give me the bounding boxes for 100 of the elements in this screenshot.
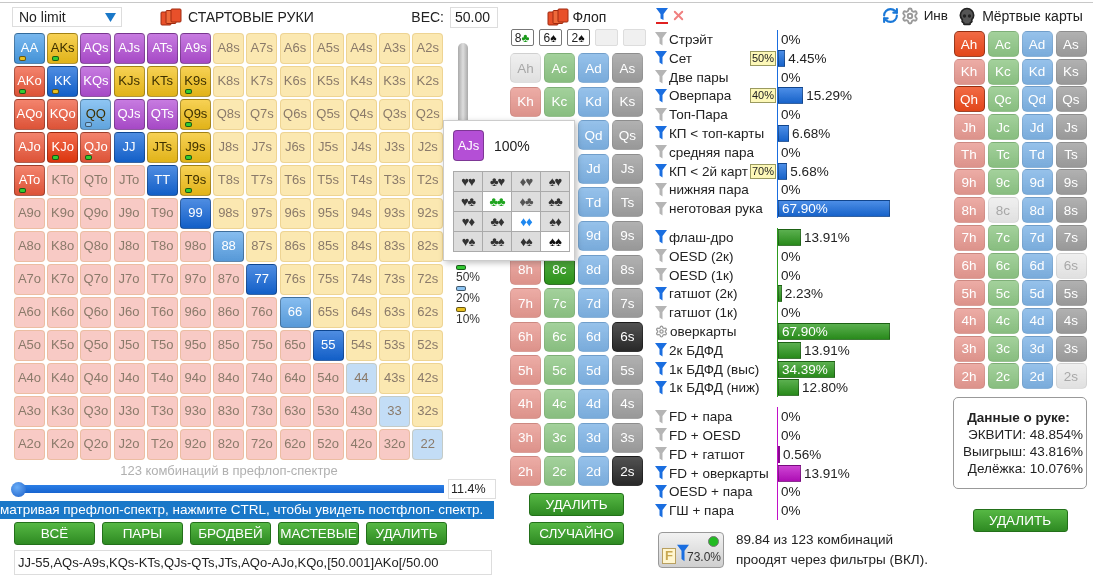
hand-cell[interactable]: 95s — [312, 198, 344, 229]
card-tile[interactable]: 7c — [987, 224, 1019, 251]
hand-cell[interactable]: 92o — [179, 429, 211, 460]
combo-cell[interactable]: ♣♦ — [483, 212, 511, 231]
hand-cell[interactable]: K3s — [379, 66, 411, 97]
hand-cell[interactable]: 99 — [179, 198, 211, 229]
combo-cell[interactable]: ♦♥ — [512, 172, 540, 191]
hand-cell[interactable]: 96s — [279, 198, 311, 229]
hand-cell[interactable]: 42o — [345, 429, 377, 460]
hand-cell[interactable]: Q6o — [80, 297, 112, 328]
hand-cell[interactable]: Q7s — [246, 99, 278, 130]
card-tile[interactable]: 2d — [578, 456, 609, 487]
filter-icon[interactable] — [655, 428, 667, 443]
hand-cell[interactable]: 88 — [213, 231, 245, 262]
hand-cell[interactable]: K7o — [47, 264, 79, 295]
card-tile[interactable]: Ks — [612, 86, 643, 117]
hand-cell[interactable]: K2o — [47, 429, 79, 460]
hand-cell[interactable]: AKo — [14, 66, 45, 97]
card-tile[interactable]: 4d — [578, 388, 609, 419]
hand-cell[interactable]: 53s — [379, 330, 411, 361]
board-card[interactable]: 6♠ — [538, 29, 562, 46]
range-button[interactable]: УДАЛИТЬ — [366, 522, 447, 545]
hand-cell[interactable]: Q9s — [179, 99, 211, 130]
hand-cell[interactable]: Q3s — [379, 99, 411, 130]
hand-cell[interactable]: T6s — [279, 165, 311, 196]
card-tile[interactable]: 3c — [544, 422, 575, 453]
settings-icon[interactable] — [900, 6, 919, 25]
flop-button[interactable]: УДАЛИТЬ — [529, 493, 624, 517]
hand-cell[interactable]: 22 — [412, 429, 444, 460]
hand-cell[interactable]: 44 — [345, 363, 377, 394]
hand-cell[interactable]: 65o — [279, 330, 311, 361]
card-tile[interactable]: 2h — [953, 363, 985, 390]
card-tile[interactable]: 6h — [510, 321, 541, 352]
hand-cell[interactable]: A5o — [14, 330, 45, 361]
hand-cell[interactable]: ATo — [14, 165, 45, 196]
filter-icon[interactable] — [655, 164, 667, 179]
combo-cell[interactable]: ♠♥ — [541, 172, 569, 191]
hand-cell[interactable]: 43s — [379, 363, 411, 394]
hand-cell[interactable]: A9o — [14, 198, 45, 229]
combo-cell[interactable]: ♥♥ — [454, 172, 482, 191]
combo-cell[interactable]: ♦♦ — [512, 212, 540, 231]
hand-cell[interactable]: 74s — [345, 264, 377, 295]
hand-cell[interactable]: K6o — [47, 297, 79, 328]
hand-cell[interactable]: AA — [14, 33, 45, 64]
hand-cell[interactable]: J5o — [113, 330, 145, 361]
hand-cell[interactable]: 83s — [379, 231, 411, 262]
hand-cell[interactable]: K7s — [246, 66, 278, 97]
combo-cell[interactable]: ♠♦ — [541, 212, 569, 231]
hand-cell[interactable]: T9s — [179, 165, 211, 196]
hand-cell[interactable]: 65s — [312, 297, 344, 328]
card-tile[interactable]: Td — [1021, 141, 1053, 168]
hand-cell[interactable]: QQ — [80, 99, 112, 130]
combo-cell[interactable]: ♣♠ — [483, 232, 511, 251]
card-tile[interactable]: Ac — [987, 31, 1019, 57]
board-card[interactable]: 2♠ — [566, 29, 590, 46]
card-tile[interactable]: 4d — [1021, 307, 1053, 334]
hand-cell[interactable]: Q3o — [80, 396, 112, 427]
hand-cell[interactable]: AQo — [14, 99, 45, 130]
card-tile[interactable]: Qc — [987, 86, 1019, 113]
card-tile[interactable]: 5s — [612, 355, 643, 386]
hand-cell[interactable]: 52o — [312, 429, 344, 460]
hand-cell[interactable]: 75o — [246, 330, 278, 361]
card-tile[interactable]: Qh — [953, 86, 985, 113]
hand-cell[interactable]: Q5s — [312, 99, 344, 130]
hand-cell[interactable]: A7s — [246, 33, 278, 64]
card-tile[interactable]: 6d — [578, 321, 609, 352]
card-tile[interactable]: 7c — [544, 288, 575, 319]
card-tile[interactable]: Ts — [1055, 141, 1087, 168]
combo-cell[interactable]: ♠♠ — [541, 232, 569, 251]
hand-cell[interactable]: J2o — [113, 429, 145, 460]
hand-cell[interactable]: Q6s — [279, 99, 311, 130]
hand-cell[interactable]: 83o — [213, 396, 245, 427]
hand-cell[interactable]: 92s — [412, 198, 444, 229]
refresh-icon[interactable] — [881, 7, 899, 25]
card-tile[interactable]: 8s — [612, 254, 643, 285]
hand-cell[interactable]: T9o — [146, 198, 178, 229]
hand-cell[interactable]: 62s — [412, 297, 444, 328]
card-tile[interactable]: 5c — [544, 355, 575, 386]
card-tile[interactable]: 3h — [510, 422, 541, 453]
filter-icon[interactable] — [655, 201, 667, 216]
hand-cell[interactable]: 72o — [246, 429, 278, 460]
hand-cell[interactable]: 93s — [379, 198, 411, 229]
hand-cell[interactable]: J3o — [113, 396, 145, 427]
hand-cell[interactable]: AJo — [14, 132, 45, 163]
card-tile[interactable]: 5h — [953, 280, 985, 307]
hand-cell[interactable]: 55 — [312, 330, 344, 361]
hand-cell[interactable]: 54o — [312, 363, 344, 394]
card-tile[interactable]: Jh — [953, 114, 985, 141]
hand-cell[interactable]: Q5o — [80, 330, 112, 361]
range-button[interactable]: МАСТЕВЫЕ — [278, 522, 359, 545]
hand-cell[interactable]: K4o — [47, 363, 79, 394]
hand-cell[interactable]: AKs — [47, 33, 79, 64]
hand-cell[interactable]: 32o — [379, 429, 411, 460]
hand-cell[interactable]: K8o — [47, 231, 79, 262]
card-tile[interactable]: Jd — [1021, 114, 1053, 141]
invert-label[interactable]: Инв — [923, 8, 948, 24]
hand-cell[interactable]: KTo — [47, 165, 79, 196]
hand-cell[interactable]: A6o — [14, 297, 45, 328]
combo-cell[interactable]: ♣♥ — [483, 172, 511, 191]
card-tile[interactable]: 2s — [612, 456, 643, 487]
